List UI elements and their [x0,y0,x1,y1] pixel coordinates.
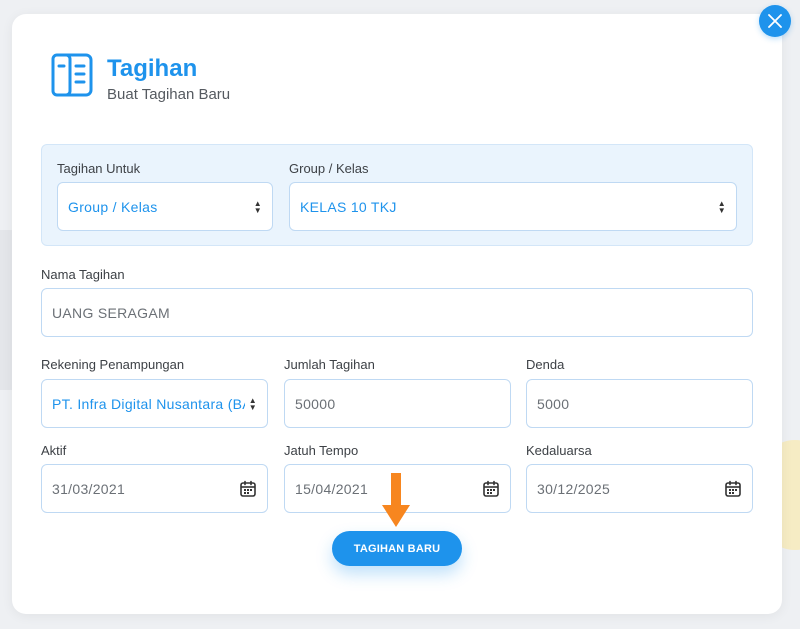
tagihan-untuk-value: Group / Kelas [68,198,158,215]
aktif-label: Aktif [41,443,67,458]
aktif-date-input[interactable]: 31/03/2021 [41,464,268,513]
close-button[interactable] [759,5,791,37]
group-kelas-select[interactable]: KELAS 10 TKJ ▲ ▼ [289,182,737,231]
nama-tagihan-label: Nama Tagihan [41,267,125,282]
rekening-value: PT. Infra Digital Nusantara (BA [52,395,245,412]
nama-tagihan-input[interactable]: UANG SERAGAM [41,288,753,337]
group-kelas-value: KELAS 10 TKJ [300,198,397,215]
jumlah-tagihan-value: 50000 [295,395,336,412]
document-icon [51,53,93,97]
kedaluarsa-value: 30/12/2025 [537,480,611,497]
jumlah-tagihan-input[interactable]: 50000 [284,379,511,428]
select-arrows-icon: ▲ ▼ [717,198,726,215]
select-arrows-icon: ▲ ▼ [248,395,257,412]
nama-tagihan-value: UANG SERAGAM [52,304,170,321]
arrow-down-icon [382,473,410,527]
jatuh-tempo-label: Jatuh Tempo [284,443,359,458]
denda-label: Denda [526,357,565,372]
page-title: Tagihan [107,55,198,82]
denda-value: 5000 [537,395,570,412]
select-arrows-icon: ▲ ▼ [253,198,262,215]
close-icon [768,14,782,28]
page-subtitle: Buat Tagihan Baru [107,86,231,103]
rekening-label: Rekening Penampungan [41,357,185,372]
calendar-icon[interactable] [482,480,500,498]
kedaluarsa-label: Kedaluarsa [526,443,592,458]
aktif-value: 31/03/2021 [52,480,126,497]
kedaluarsa-date-input[interactable]: 30/12/2025 [526,464,753,513]
tagihan-untuk-label: Tagihan Untuk [57,161,141,176]
calendar-icon[interactable] [239,480,257,498]
calendar-icon[interactable] [724,480,742,498]
rekening-select[interactable]: PT. Infra Digital Nusantara (BA ▲ ▼ [41,379,268,428]
tagihan-untuk-select[interactable]: Group / Kelas ▲ ▼ [57,182,273,231]
jumlah-tagihan-label: Jumlah Tagihan [284,357,375,372]
denda-input[interactable]: 5000 [526,379,753,428]
group-kelas-label: Group / Kelas [289,161,369,176]
tagihan-baru-button[interactable]: TAGIHAN BARU [332,531,462,566]
